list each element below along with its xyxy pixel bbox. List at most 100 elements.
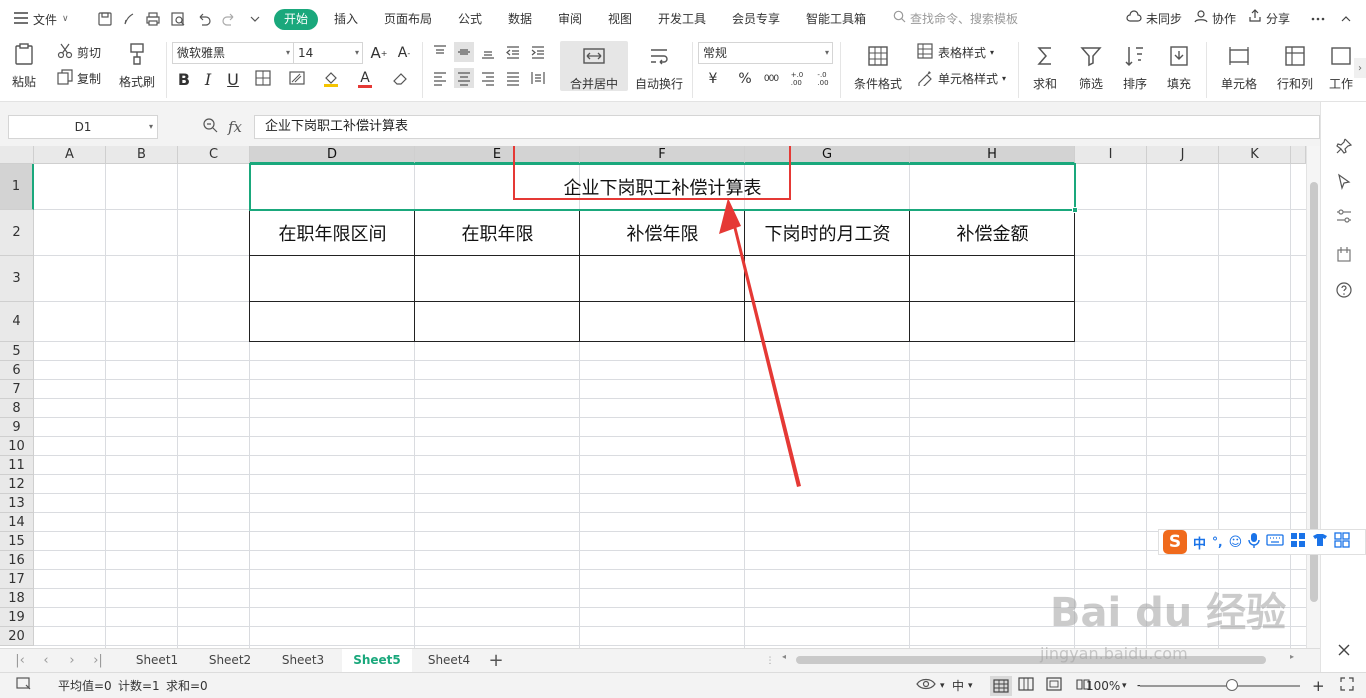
sheet-tab-sheet4[interactable]: Sheet4	[416, 649, 482, 672]
worksheet-grid[interactable]: A B C D E F G H I J K 1 2 3 4 5 6 7 8 9 10 11 12 13 14 15 16 17 18 19…	[0, 146, 1306, 648]
scroll-right-icon[interactable]: ▸	[1290, 652, 1294, 661]
format-painter-button[interactable]: 格式刷	[119, 42, 155, 90]
row-header-4[interactable]: 4	[0, 302, 34, 342]
chevron-down-icon[interactable]: ▾	[940, 677, 945, 695]
fill-handle[interactable]	[1072, 207, 1078, 213]
sum-button[interactable]: 求和	[1028, 44, 1062, 92]
font-color-button[interactable]: A	[351, 68, 379, 90]
align-top-icon[interactable]	[430, 42, 450, 62]
thousands-button[interactable]: 000	[760, 68, 782, 90]
decrease-font-icon[interactable]: A-	[395, 42, 413, 64]
first-sheet-icon[interactable]: |‹	[12, 652, 28, 670]
row-header-20[interactable]: 20	[0, 627, 34, 646]
language-indicator[interactable]: 中	[952, 677, 964, 695]
ime-toolbox-icon[interactable]	[1290, 532, 1306, 552]
worksheet-button[interactable]: 工作	[1328, 44, 1354, 92]
quick-access-more-icon[interactable]	[245, 9, 265, 29]
row-header-11[interactable]: 11	[0, 456, 34, 475]
zoom-slider-track[interactable]	[1140, 685, 1300, 687]
sort-button[interactable]: 排序	[1118, 44, 1152, 92]
tab-view[interactable]: 视图	[608, 9, 632, 30]
row-header-1[interactable]: 1	[0, 164, 34, 210]
increase-decimal-button[interactable]: +.0 .00	[786, 68, 808, 90]
cursor-icon[interactable]	[1334, 172, 1354, 192]
paste-button[interactable]: 粘贴	[12, 42, 36, 90]
row-header-13[interactable]: 13	[0, 494, 34, 513]
clear-button[interactable]	[386, 68, 414, 90]
save-icon[interactable]	[95, 9, 115, 29]
justify-icon[interactable]	[503, 68, 523, 88]
filter-button[interactable]: 筛选	[1074, 44, 1108, 92]
align-bottom-icon[interactable]	[478, 42, 498, 62]
increase-font-icon[interactable]: A +	[370, 42, 388, 64]
last-sheet-icon[interactable]: ›|	[90, 652, 106, 670]
command-search[interactable]: 查找命令、搜索模板	[893, 9, 1018, 30]
zoom-in-icon[interactable]: +	[1312, 677, 1325, 695]
zoom-slider-knob[interactable]	[1226, 679, 1238, 691]
number-format-select[interactable]: 常规 ▾	[698, 42, 833, 64]
column-header-d[interactable]: D	[250, 146, 415, 164]
page-break-view-icon[interactable]	[1046, 677, 1062, 695]
row-header-14[interactable]: 14	[0, 513, 34, 532]
table-data-cell[interactable]	[745, 302, 910, 342]
table-data-cell[interactable]	[250, 256, 415, 302]
formula-input[interactable]: 企业下岗职工补偿计算表	[254, 115, 1320, 139]
tab-review[interactable]: 审阅	[558, 9, 582, 30]
column-header-k[interactable]: K	[1219, 146, 1291, 164]
backup-icon[interactable]	[1334, 244, 1354, 264]
tab-home[interactable]: 开始	[274, 9, 319, 30]
column-header-h[interactable]: H	[910, 146, 1075, 164]
export-pdf-icon[interactable]	[119, 9, 139, 29]
collaborate-button[interactable]: 协作	[1194, 9, 1236, 30]
align-center-icon[interactable]	[454, 68, 474, 88]
align-left-icon[interactable]	[430, 68, 450, 88]
table-data-cell[interactable]	[910, 302, 1075, 342]
ime-chinese-mode[interactable]: 中	[1193, 533, 1206, 552]
row-header-12[interactable]: 12	[0, 475, 34, 494]
italic-button[interactable]: I	[199, 68, 217, 90]
close-panel-icon[interactable]	[1334, 640, 1354, 660]
more-options-icon[interactable]	[1308, 9, 1328, 29]
more-sheets-icon[interactable]: ⋮	[762, 652, 778, 670]
copy-button[interactable]: 复制	[56, 68, 101, 88]
normal-view-icon[interactable]	[990, 676, 1012, 696]
row-header-2[interactable]: 2	[0, 210, 34, 256]
horizontal-scroll-thumb[interactable]	[796, 656, 1266, 664]
column-header-b[interactable]: B	[106, 146, 178, 164]
decrease-decimal-button[interactable]: -.0 .00	[812, 68, 834, 90]
table-data-cell[interactable]	[580, 302, 745, 342]
percent-button[interactable]: %	[734, 68, 756, 90]
increase-indent-icon[interactable]	[528, 42, 548, 62]
table-data-cell[interactable]	[415, 256, 580, 302]
vertical-scrollbar[interactable]	[1306, 146, 1320, 648]
collapse-ribbon-icon[interactable]	[1336, 9, 1356, 29]
ime-menu-icon[interactable]	[1334, 532, 1350, 552]
sheet-tab-sheet3[interactable]: Sheet3	[270, 649, 336, 672]
chevron-down-icon[interactable]: ▾	[968, 677, 973, 695]
row-header-10[interactable]: 10	[0, 437, 34, 456]
conditional-format-button[interactable]: 条件格式	[847, 44, 909, 92]
table-header-cell[interactable]: 补偿金额	[910, 210, 1075, 256]
redo-icon[interactable]	[219, 9, 239, 29]
row-header-9[interactable]: 9	[0, 418, 34, 437]
pin-icon[interactable]	[1334, 136, 1354, 156]
row-header-15[interactable]: 15	[0, 532, 34, 551]
table-data-cell[interactable]	[580, 256, 745, 302]
ime-emoji-icon[interactable]: ☺	[1229, 535, 1243, 550]
print-preview-icon[interactable]	[168, 9, 188, 29]
column-header-i[interactable]: I	[1075, 146, 1147, 164]
row-header-8[interactable]: 8	[0, 399, 34, 418]
sheet-tab-sheet2[interactable]: Sheet2	[197, 649, 263, 672]
zoom-formula-icon[interactable]	[202, 117, 218, 136]
distribute-icon[interactable]	[528, 68, 548, 88]
row-header-17[interactable]: 17	[0, 570, 34, 589]
font-size-select[interactable]: 14 ▾	[293, 42, 363, 64]
border-button[interactable]	[249, 68, 277, 90]
ribbon-scroll-right-icon[interactable]: ›	[1354, 58, 1366, 78]
sheet-tab-sheet1[interactable]: Sheet1	[124, 649, 190, 672]
cell-button[interactable]: 单元格	[1216, 44, 1262, 92]
insert-function-icon[interactable]: fx	[228, 118, 242, 136]
ime-punctuation-icon[interactable]: °,	[1212, 535, 1223, 549]
tab-member[interactable]: 会员专享	[732, 9, 780, 30]
currency-button[interactable]: ¥	[702, 68, 724, 90]
